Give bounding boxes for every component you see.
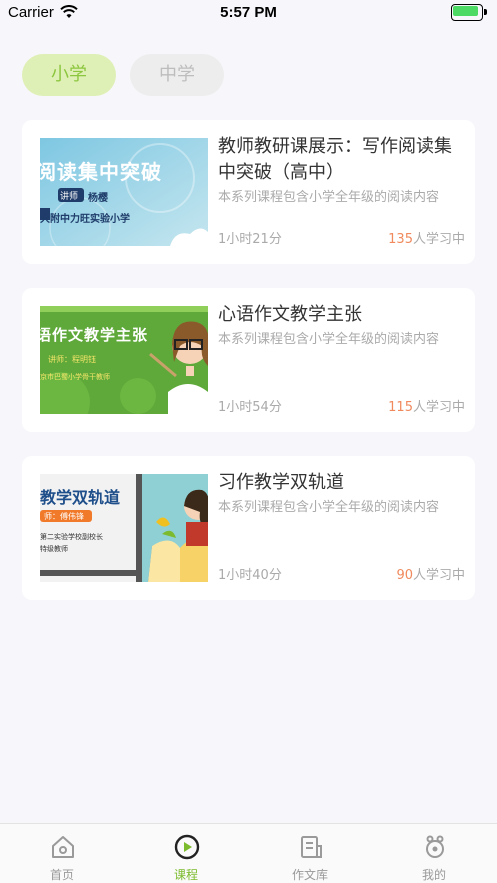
tab-primary-school[interactable]: 小学 bbox=[22, 54, 116, 96]
learner-suffix: 人学习中 bbox=[412, 232, 465, 247]
course-description: 本系列课程包含小学全年级的阅读内容 bbox=[218, 500, 440, 515]
thumb-headline: 教学双轨道 bbox=[40, 488, 121, 507]
course-learners: 135人学习中 bbox=[388, 228, 465, 247]
thumb-teacher: 讲师：程明钰 bbox=[48, 355, 96, 364]
course-thumbnail: 教学双轨道 师：傅伟锋 第二实验学校副校长 特级教师 bbox=[40, 474, 208, 582]
course-description: 本系列课程包含小学全年级的阅读内容 bbox=[218, 190, 440, 205]
document-icon bbox=[301, 836, 322, 858]
course-card[interactable]: 教学双轨道 师：傅伟锋 第二实验学校副校长 特级教师 习作教学双轨道 本系列课程… bbox=[22, 456, 475, 600]
course-learners: 90人学习中 bbox=[396, 564, 465, 583]
tab-profile[interactable]: 我的 bbox=[372, 824, 496, 883]
learner-count: 135 bbox=[388, 232, 413, 247]
learner-count: 90 bbox=[396, 568, 413, 583]
course-card[interactable]: 阅读集中突破 讲师 杨樱 大附中力旺实验小学 教师教研课展示：写作阅读集中突破（… bbox=[22, 120, 475, 264]
tab-home-label: 首页 bbox=[49, 868, 74, 882]
thumb-school: 京市巴蜀小学骨干教师 bbox=[40, 373, 110, 381]
course-thumbnail: 阅读集中突破 讲师 杨樱 大附中力旺实验小学 bbox=[40, 138, 208, 246]
thumb-headline: 阅读集中突破 bbox=[40, 160, 162, 184]
play-icon bbox=[174, 834, 200, 860]
tab-middle-school[interactable]: 中学 bbox=[130, 54, 224, 96]
course-title: 教师教研课展示：写作阅读集中突破（高中） bbox=[218, 136, 452, 183]
learner-count: 115 bbox=[388, 400, 413, 415]
tab-courses[interactable]: 课程 bbox=[124, 824, 248, 883]
status-time: 5:57 PM bbox=[220, 4, 277, 21]
thumb-teacher: 杨樱 bbox=[88, 193, 108, 204]
tab-essay-library-label: 作文库 bbox=[291, 868, 328, 882]
course-duration: 1小时54分 bbox=[218, 400, 282, 415]
thumb-tag: 讲师 bbox=[60, 192, 79, 202]
tab-home[interactable]: 首页 bbox=[0, 824, 124, 883]
course-card[interactable]: 语作文教学主张 讲师：程明钰 京市巴蜀小学骨干教师 心语作文教学主张 本系列课程… bbox=[22, 288, 475, 432]
course-learners: 115人学习中 bbox=[388, 396, 465, 415]
bottom-tab-bar: 首页 课程 作文库 我的 bbox=[0, 823, 497, 883]
profile-icon bbox=[426, 835, 444, 858]
tab-profile-label: 我的 bbox=[421, 868, 446, 882]
course-duration: 1小时40分 bbox=[218, 568, 282, 583]
home-icon bbox=[52, 836, 74, 858]
thumb-school: 第二实验学校副校长 bbox=[40, 533, 103, 541]
tab-courses-label: 课程 bbox=[173, 868, 198, 882]
thumb-school: 大附中力旺实验小学 bbox=[40, 214, 130, 225]
status-bar: Carrier 5:57 PM bbox=[0, 0, 497, 28]
tab-essay-library[interactable]: 作文库 bbox=[248, 824, 372, 883]
course-title: 心语作文教学主张 bbox=[218, 304, 362, 325]
learner-suffix: 人学习中 bbox=[412, 568, 465, 583]
course-thumbnail: 语作文教学主张 讲师：程明钰 京市巴蜀小学骨干教师 bbox=[40, 306, 208, 414]
learner-suffix: 人学习中 bbox=[412, 400, 465, 415]
course-title: 习作教学双轨道 bbox=[218, 472, 344, 493]
thumb-headline: 语作文教学主张 bbox=[40, 326, 149, 344]
course-duration: 1小时21分 bbox=[218, 232, 282, 247]
thumb-teacher: 师：傅伟锋 bbox=[44, 512, 84, 521]
course-description: 本系列课程包含小学全年级的阅读内容 bbox=[218, 332, 440, 347]
battery-icon bbox=[451, 4, 487, 21]
thumb-rank: 特级教师 bbox=[40, 545, 68, 553]
